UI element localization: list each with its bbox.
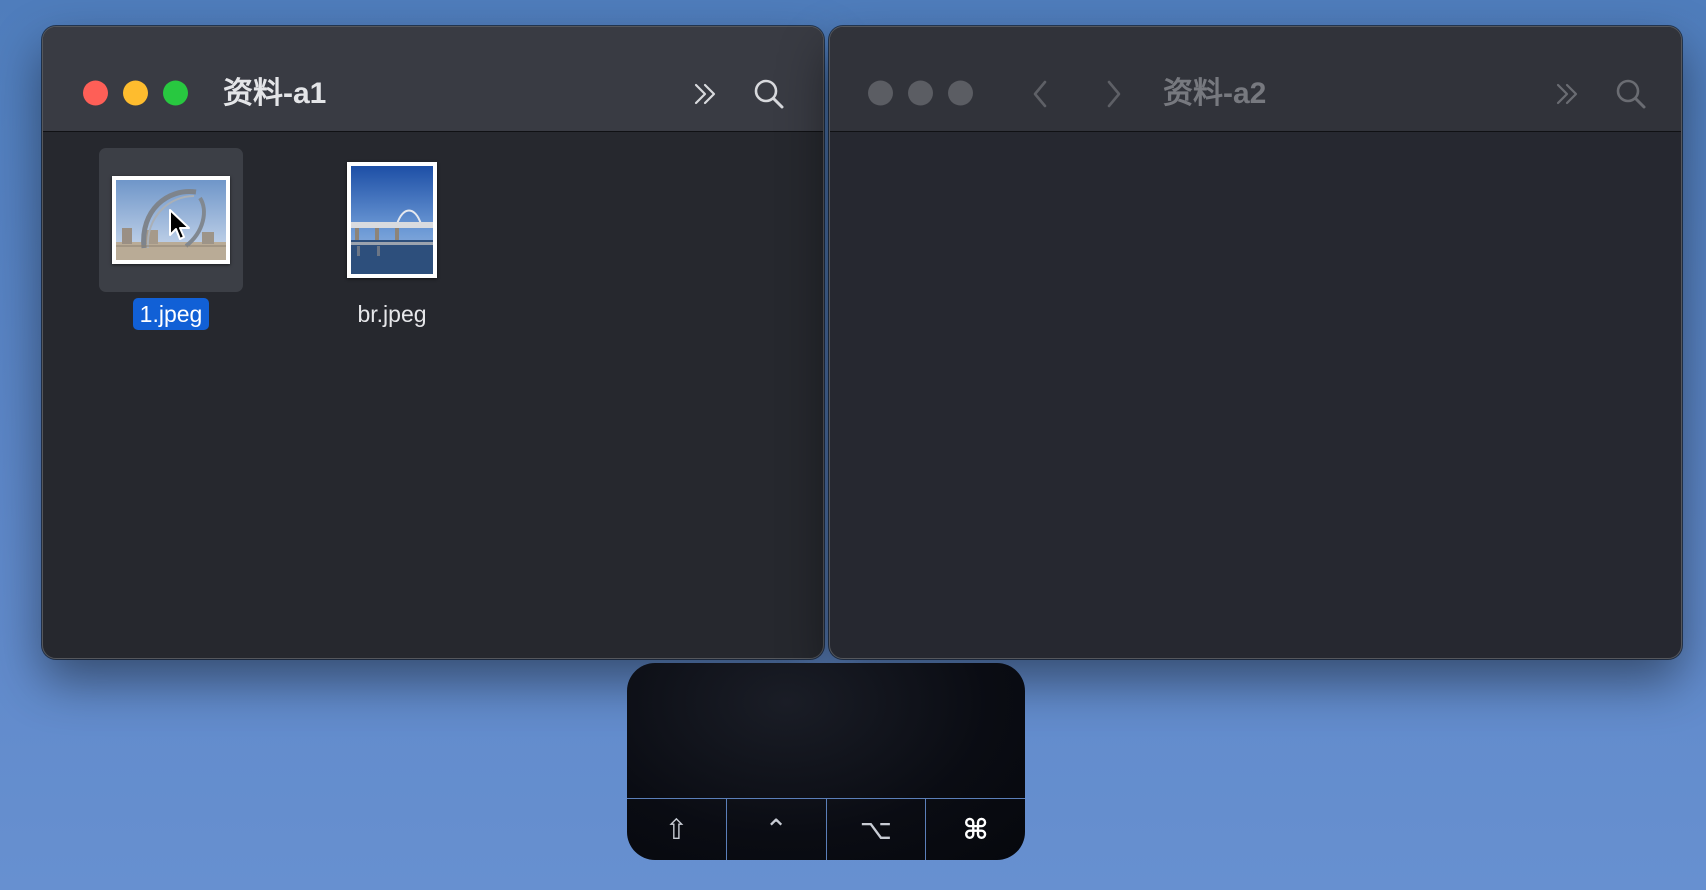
file-name-label[interactable]: 1.jpeg xyxy=(132,298,210,330)
minimize-button[interactable] xyxy=(908,80,933,106)
file-item[interactable]: br.jpeg xyxy=(317,148,467,330)
option-key-icon: ⌥ xyxy=(825,799,926,860)
search-button[interactable] xyxy=(750,75,788,113)
file-browser-area[interactable] xyxy=(830,132,1681,658)
file-thumbnail-frame[interactable] xyxy=(320,148,464,292)
search-icon xyxy=(1616,79,1646,109)
window-titlebar[interactable]: 资料-a2 xyxy=(830,27,1681,132)
search-icon xyxy=(754,79,784,109)
zoom-button[interactable] xyxy=(948,80,973,106)
mouse-pointer-icon xyxy=(169,209,190,240)
finder-window-a1[interactable]: 资料-a1 1.jpeg br.jpeg xyxy=(42,26,824,659)
close-button[interactable] xyxy=(868,80,893,106)
file-thumbnail-frame[interactable] xyxy=(99,148,243,292)
image-thumbnail xyxy=(347,162,437,278)
window-title: 资料-a1 xyxy=(223,77,327,110)
window-title: 资料-a2 xyxy=(1163,77,1267,110)
file-browser-area[interactable]: 1.jpeg br.jpeg xyxy=(43,132,823,658)
file-name-label[interactable]: br.jpeg xyxy=(350,298,433,330)
window-titlebar[interactable]: 资料-a1 xyxy=(43,27,823,132)
minimize-button[interactable] xyxy=(123,80,148,106)
more-toolbar-button[interactable] xyxy=(1549,75,1587,113)
back-button[interactable] xyxy=(1022,75,1060,113)
bridge-photo-icon xyxy=(351,166,433,274)
forward-button[interactable] xyxy=(1094,75,1132,113)
chevron-double-right-icon xyxy=(694,83,716,105)
finder-window-a2[interactable]: 资料-a2 xyxy=(829,26,1682,659)
more-toolbar-button[interactable] xyxy=(687,75,725,113)
modifier-key-row: ⇧ ⌃ ⌥ ⌘ xyxy=(627,798,1025,860)
control-key-icon: ⌃ xyxy=(725,799,826,860)
chevron-double-right-icon xyxy=(1556,83,1578,105)
chevron-left-icon xyxy=(1033,80,1047,108)
zoom-button[interactable] xyxy=(163,80,188,106)
file-item[interactable]: 1.jpeg xyxy=(96,148,246,330)
chevron-right-icon xyxy=(1107,80,1121,108)
close-button[interactable] xyxy=(83,80,108,106)
search-button[interactable] xyxy=(1612,75,1650,113)
shift-key-icon: ⇧ xyxy=(664,813,689,846)
command-key-icon: ⌘ xyxy=(925,799,1025,860)
keystroke-overlay: ⇧ ⌃ ⌥ ⌘ xyxy=(627,663,1025,860)
